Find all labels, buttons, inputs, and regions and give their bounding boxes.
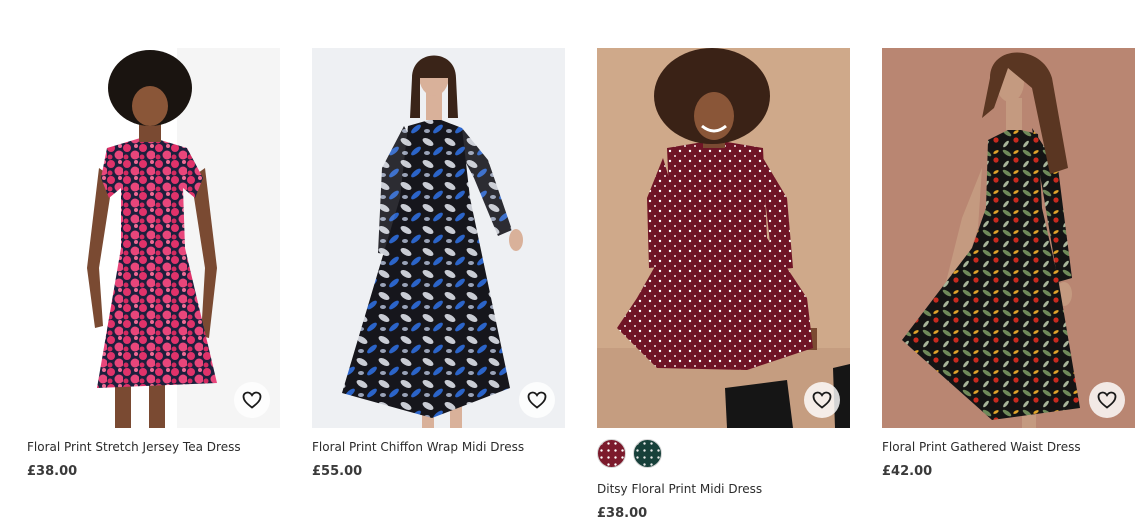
product-name[interactable]: Ditsy Floral Print Midi Dress <box>597 482 850 497</box>
product-card[interactable]: Ditsy Floral Print Midi Dress £38.00 <box>597 48 850 522</box>
wishlist-button[interactable] <box>519 382 555 418</box>
product-price: £38.00 <box>27 464 78 479</box>
product-name[interactable]: Floral Print Stretch Jersey Tea Dress <box>27 440 280 455</box>
product-price: £55.00 <box>312 464 363 479</box>
product-name[interactable]: Floral Print Gathered Waist Dress <box>882 440 1135 455</box>
model-photo <box>27 48 280 428</box>
product-price: £42.00 <box>882 464 933 479</box>
product-name[interactable]: Floral Print Chiffon Wrap Midi Dress <box>312 440 565 455</box>
product-grid: Floral Print Stretch Jersey Tea Dress £3… <box>0 0 1135 523</box>
product-price: £38.00 <box>597 506 648 521</box>
model-photo <box>882 48 1135 428</box>
heart-outline-icon <box>1097 391 1117 409</box>
heart-outline-icon <box>527 391 547 409</box>
product-card[interactable]: Floral Print Chiffon Wrap Midi Dress £55… <box>312 48 565 480</box>
color-swatches <box>597 439 850 470</box>
wishlist-button[interactable] <box>234 382 270 418</box>
product-card[interactable]: Floral Print Stretch Jersey Tea Dress £3… <box>27 48 280 480</box>
color-swatch-wine[interactable] <box>597 439 626 468</box>
wishlist-button[interactable] <box>804 382 840 418</box>
product-image[interactable] <box>27 48 280 428</box>
heart-outline-icon <box>812 391 832 409</box>
product-image[interactable] <box>882 48 1135 428</box>
color-swatch-green[interactable] <box>633 439 662 468</box>
product-image[interactable] <box>312 48 565 428</box>
product-card[interactable]: Floral Print Gathered Waist Dress £42.00 <box>882 48 1135 480</box>
heart-outline-icon <box>242 391 262 409</box>
model-photo <box>312 48 565 428</box>
model-photo <box>597 48 850 428</box>
product-image[interactable] <box>597 48 850 428</box>
wishlist-button[interactable] <box>1089 382 1125 418</box>
